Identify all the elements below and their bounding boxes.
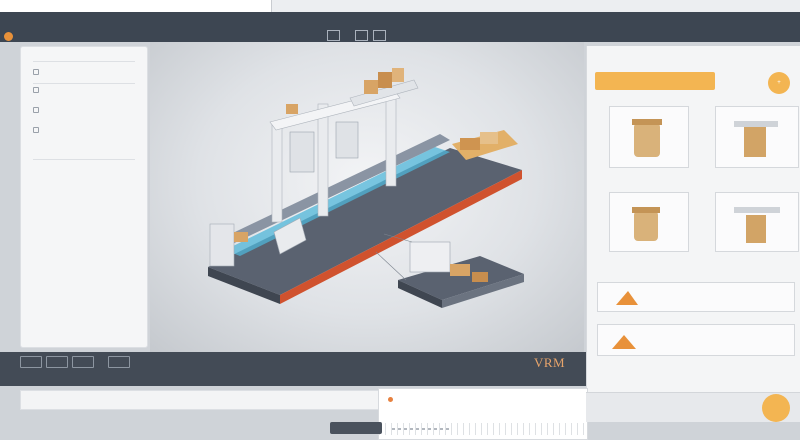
gantry-leg-left: [271, 121, 283, 223]
timeline-button[interactable]: [46, 356, 68, 368]
asset-row[interactable]: [597, 324, 795, 356]
cone-icon: [616, 291, 638, 305]
factory-model-render[interactable]: [150, 42, 584, 352]
panel-divider: [33, 83, 135, 84]
folder-icon: [33, 127, 39, 133]
asset-row[interactable]: [597, 282, 795, 312]
panel-divider: [33, 61, 135, 62]
front-module: [209, 223, 235, 267]
press-thumbnail-icon: [734, 207, 780, 243]
outline-item-layers[interactable]: [33, 69, 43, 75]
footer-pill-button[interactable]: [330, 422, 382, 434]
asset-thumbnail[interactable]: [715, 192, 799, 252]
panel-divider: [33, 159, 135, 160]
gantry-leg-right: [385, 93, 397, 187]
cargo-box: [364, 80, 378, 94]
grid-icon: [33, 107, 39, 113]
silo-thumbnail-icon: [632, 207, 660, 241]
timeline-button[interactable]: [72, 356, 94, 368]
press-head: [335, 121, 359, 159]
press-thumbnail-icon: [734, 121, 778, 157]
cargo-box: [392, 68, 404, 82]
asset-thumbnail[interactable]: [609, 192, 689, 252]
asset-thumbnail[interactable]: [609, 106, 689, 168]
secondary-crate: [450, 264, 470, 276]
properties-panel: +: [586, 46, 800, 418]
cargo-box: [378, 72, 392, 88]
front-crate: [234, 232, 248, 242]
callout-line: [375, 251, 407, 281]
cargo-box: [286, 104, 298, 114]
menubar: [0, 12, 800, 42]
footer-indicator: [392, 428, 452, 430]
timeline-button[interactable]: [108, 356, 130, 368]
toolbar-button-1[interactable]: [327, 30, 340, 41]
outline-item-component[interactable]: [33, 87, 43, 93]
scene-outline-panel: [20, 46, 148, 348]
press-head: [289, 131, 315, 173]
add-icon[interactable]: +: [768, 72, 790, 94]
app-logo-icon: [4, 32, 13, 41]
status-bar: [20, 390, 380, 410]
silo-thumbnail-icon: [632, 119, 662, 157]
asset-thumbnail[interactable]: [715, 106, 799, 168]
timeline-button[interactable]: [20, 356, 42, 368]
detail-card[interactable]: [378, 388, 588, 440]
toolbar-button-2[interactable]: [355, 30, 368, 41]
secondary-machine: [409, 241, 451, 273]
status-dot-icon: [388, 397, 393, 402]
outline-item-folder[interactable]: [33, 127, 43, 133]
component-icon: [33, 87, 39, 93]
layers-icon: [33, 69, 39, 75]
toolbar-button-3[interactable]: [373, 30, 386, 41]
brand-logo: VRM: [534, 355, 566, 370]
secondary-crate: [472, 272, 488, 282]
loader-box: [480, 132, 498, 144]
cone-icon: [612, 335, 636, 349]
properties-header[interactable]: [595, 72, 715, 90]
outline-item-grid[interactable]: [33, 107, 43, 113]
3d-viewport[interactable]: [150, 42, 584, 352]
zoom-slider-knob[interactable]: [762, 394, 790, 422]
timeline-bar: [0, 352, 586, 386]
gantry-leg-mid: [317, 103, 329, 217]
loader-box: [460, 138, 480, 150]
